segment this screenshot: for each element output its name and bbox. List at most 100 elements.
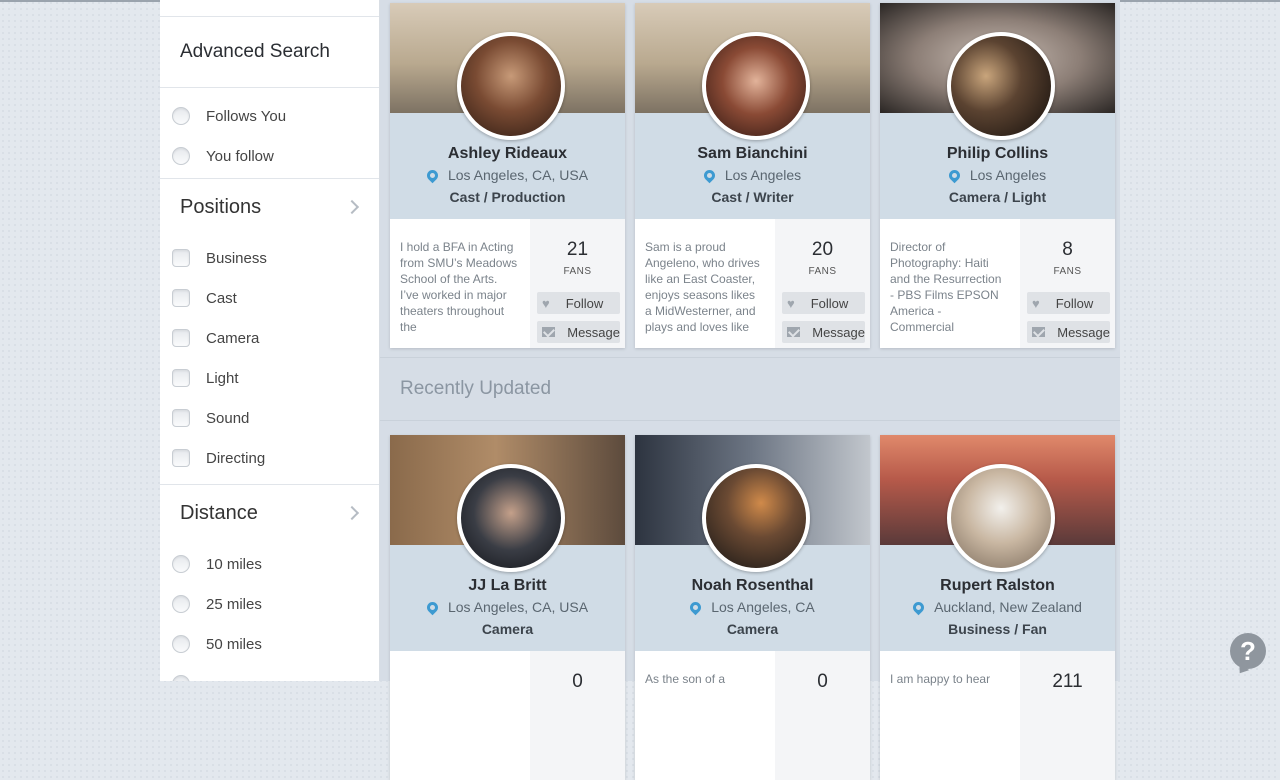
avatar[interactable] [457,32,565,140]
positions-section-header[interactable]: Positions [160,179,379,235]
member-role: Business / Fan [948,621,1047,637]
member-stats: 0 [775,651,870,780]
radio-button[interactable] [172,675,190,681]
help-icon: ? [1240,636,1256,666]
heart-icon: ♥ [1032,295,1040,311]
member-card[interactable]: Rupert Ralston Auckland, New Zealand Bus… [880,435,1115,780]
avatar[interactable] [947,464,1055,572]
member-stats: 8 FANS ♥ Follow Message [1020,219,1115,348]
member-name[interactable]: Noah Rosenthal [635,577,870,595]
member-role: Camera [481,621,534,637]
location-text: Los Angeles [724,167,802,183]
option-label: Light [206,369,239,387]
member-card[interactable]: Noah Rosenthal Los Angeles, CA Camera As… [635,435,870,780]
member-role: Cast / Writer [711,189,794,205]
radio-button[interactable] [172,147,190,165]
member-stats: 20 FANS ♥ Follow Message [775,219,870,348]
member-stats: 211 [1020,651,1115,780]
member-name[interactable]: Sam Bianchini [635,145,870,163]
avatar[interactable] [947,32,1055,140]
follows-you-option[interactable]: Follows You [160,96,379,136]
option-label: Directing [206,449,266,467]
fans-label: FANS [563,266,592,277]
member-location: Los Angeles [880,167,1115,183]
avatar[interactable] [702,464,810,572]
checkbox[interactable] [172,369,190,387]
member-card[interactable]: Ashley Rideaux Los Angeles, CA, USA Cast… [390,3,625,348]
position-option-sound[interactable]: Sound [160,398,379,438]
avatar[interactable] [457,464,565,572]
distance-section-header[interactable]: Distance [160,485,379,541]
option-label: Cast [206,289,237,307]
fans-count: 0 [817,671,828,692]
button-label: Message [1057,324,1110,340]
button-label: Message [567,324,620,340]
follow-button[interactable]: ♥ Follow [782,292,865,314]
distance-option-10[interactable]: 10 miles [160,544,379,584]
radio-button[interactable] [172,635,190,653]
member-card[interactable]: JJ La Britt Los Angeles, CA, USA Camera … [390,435,625,780]
checkbox[interactable] [172,449,190,467]
option-label: 10 miles [206,555,262,573]
distance-option-more[interactable] [160,664,379,681]
position-option-cast[interactable]: Cast [160,278,379,318]
message-button[interactable]: Message [1027,321,1110,343]
advanced-search-sidebar: Advanced Search Follows You You follow P… [160,0,380,681]
button-label: Follow [810,295,849,311]
you-follow-option[interactable]: You follow [160,136,379,176]
position-option-directing[interactable]: Directing [160,438,379,478]
member-role: Camera [726,621,779,637]
fans-count: 8 [1062,239,1073,260]
member-stats: 21 FANS ♥ Follow Message [530,219,625,348]
radio-button[interactable] [172,107,190,125]
checkbox[interactable] [172,409,190,427]
chevron-right-icon [344,505,360,521]
location-text: Los Angeles [969,167,1047,183]
radio-button[interactable] [172,595,190,613]
follow-button[interactable]: ♥ Follow [537,292,620,314]
member-name[interactable]: Philip Collins [880,145,1115,163]
position-option-camera[interactable]: Camera [160,318,379,358]
checkbox[interactable] [172,249,190,267]
chevron-right-icon [344,199,360,215]
follow-button[interactable]: ♥ Follow [1027,292,1110,314]
help-button[interactable]: ? [1230,633,1266,669]
member-role: Camera / Light [948,189,1047,205]
button-label: Follow [565,295,604,311]
member-bio: I am happy to hear [890,672,991,686]
fans-count: 21 [566,239,589,260]
member-bio: Director of Photography: Haiti and the R… [890,240,1002,334]
fans-label: FANS [808,266,837,277]
checkbox[interactable] [172,289,190,307]
member-name[interactable]: JJ La Britt [390,577,625,595]
member-name[interactable]: Ashley Rideaux [390,145,625,163]
heart-icon: ♥ [787,295,795,311]
message-button[interactable]: Message [782,321,865,343]
member-location: Auckland, New Zealand [880,599,1115,615]
location-pin-icon [946,167,963,183]
location-pin-icon [687,599,704,615]
member-name[interactable]: Rupert Ralston [880,577,1115,595]
member-location: Los Angeles, CA [635,599,870,615]
location-text: Los Angeles, CA, USA [447,167,589,183]
distance-option-25[interactable]: 25 miles [160,584,379,624]
option-label: Follows You [206,107,287,125]
envelope-icon [787,327,801,337]
member-results: Ashley Rideaux Los Angeles, CA, USA Cast… [380,0,1120,780]
position-option-light[interactable]: Light [160,358,379,398]
avatar[interactable] [702,32,810,140]
fans-label: FANS [1053,266,1082,277]
checkbox[interactable] [172,329,190,347]
radio-button[interactable] [172,555,190,573]
location-text: Los Angeles, CA, USA [447,599,589,615]
heart-icon: ♥ [542,295,550,311]
message-button[interactable]: Message [537,321,620,343]
option-label: 25 miles [206,595,262,613]
envelope-icon [1032,327,1046,337]
distance-option-50[interactable]: 50 miles [160,624,379,664]
option-label: Business [206,249,267,267]
position-option-business[interactable]: Business [160,238,379,278]
member-card[interactable]: Sam Bianchini Los Angeles Cast / Writer … [635,3,870,348]
member-card[interactable]: Philip Collins Los Angeles Camera / Ligh… [880,3,1115,348]
button-label: Follow [1055,295,1094,311]
